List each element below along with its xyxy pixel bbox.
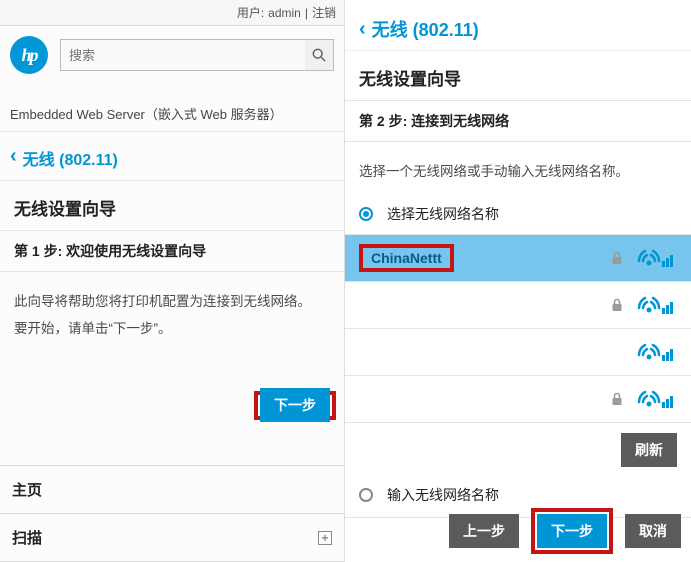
search-button[interactable] bbox=[305, 40, 333, 70]
step-1-title: 第 1 步: 欢迎使用无线设置向导 bbox=[0, 230, 344, 272]
radio-icon bbox=[359, 488, 373, 502]
search-wrap bbox=[60, 39, 334, 71]
left-button-row: 下一步 bbox=[254, 388, 336, 422]
cancel-button[interactable]: 取消 bbox=[625, 514, 681, 548]
highlight-box-next-r: 下一步 bbox=[531, 508, 613, 554]
network-name: ChinaNettt bbox=[359, 244, 601, 272]
network-list: ChinaNettt bbox=[345, 234, 691, 423]
wifi-signal-icon bbox=[635, 338, 677, 366]
search-input[interactable] bbox=[60, 39, 334, 71]
breadcrumb-section: 无线 (802.11) bbox=[0, 131, 344, 180]
next-button-r[interactable]: 下一步 bbox=[537, 514, 607, 548]
right-header: 无线 (802.11) bbox=[345, 0, 691, 50]
breadcrumb-label: 无线 (802.11) bbox=[23, 146, 118, 170]
breadcrumb-label-r: 无线 (802.11) bbox=[372, 16, 479, 42]
highlight-box-next: 下一步 bbox=[254, 391, 336, 420]
menu-scan[interactable]: 扫描 + bbox=[0, 513, 344, 562]
lock-icon bbox=[611, 298, 625, 312]
network-row[interactable] bbox=[345, 376, 691, 423]
highlight-box-network: ChinaNettt bbox=[359, 244, 454, 272]
wifi-signal-icon bbox=[635, 244, 677, 272]
search-icon bbox=[312, 48, 326, 62]
network-row[interactable] bbox=[345, 282, 691, 329]
wifi-signal-icon bbox=[635, 291, 677, 319]
menu-home-label: 主页 bbox=[12, 479, 42, 500]
user-bar: 用户: admin | 注销 bbox=[0, 0, 344, 26]
wifi-signal-icon bbox=[635, 385, 677, 413]
breadcrumb-wireless-r[interactable]: 无线 (802.11) bbox=[359, 16, 677, 42]
network-row[interactable]: ChinaNettt bbox=[345, 235, 691, 282]
plus-icon: + bbox=[318, 531, 332, 545]
right-button-row: 上一步 下一步 取消 bbox=[449, 508, 681, 554]
network-row[interactable] bbox=[345, 329, 691, 376]
body-line-1: 此向导将帮助您将打印机配置为连接到无线网络。 bbox=[14, 288, 330, 315]
logout-link[interactable]: 注销 bbox=[312, 4, 336, 21]
menu-scan-label: 扫描 bbox=[12, 527, 42, 548]
instruction-text: 选择一个无线网络或手动输入无线网络名称。 bbox=[345, 142, 691, 198]
chevron-left-icon bbox=[359, 19, 366, 40]
menu-home[interactable]: 主页 bbox=[0, 465, 344, 513]
next-button[interactable]: 下一步 bbox=[260, 388, 330, 422]
lock-icon bbox=[611, 392, 625, 406]
radio-select-label: 选择无线网络名称 bbox=[387, 204, 499, 224]
prev-button[interactable]: 上一步 bbox=[449, 514, 519, 548]
refresh-row: 刷新 bbox=[345, 423, 691, 473]
user-value: admin bbox=[268, 6, 301, 20]
chevron-left-icon bbox=[10, 149, 17, 167]
body-line-2: 要开始，请单击“下一步”。 bbox=[14, 315, 330, 342]
breadcrumb-wireless[interactable]: 无线 (802.11) bbox=[10, 146, 334, 170]
wizard-body: 此向导将帮助您将打印机配置为连接到无线网络。 要开始，请单击“下一步”。 bbox=[0, 272, 344, 358]
ews-label: Embedded Web Server（嵌入式 Web 服务器） bbox=[0, 80, 344, 131]
radio-icon bbox=[359, 207, 373, 221]
right-pane: 无线 (802.11) 无线设置向导 第 2 步: 连接到无线网络 选择一个无线… bbox=[345, 0, 691, 562]
left-pane: 用户: admin | 注销 hp Embedded Web Server（嵌入… bbox=[0, 0, 345, 562]
radio-select-network[interactable]: 选择无线网络名称 bbox=[345, 198, 691, 234]
wizard-title-r: 无线设置向导 bbox=[345, 50, 691, 100]
hp-logo: hp bbox=[10, 36, 48, 74]
step-2-title: 第 2 步: 连接到无线网络 bbox=[345, 100, 691, 142]
user-label: 用户: bbox=[237, 4, 264, 21]
refresh-button[interactable]: 刷新 bbox=[621, 433, 677, 467]
radio-manual-label: 输入无线网络名称 bbox=[387, 485, 499, 505]
lock-icon bbox=[611, 251, 625, 265]
left-menu: 主页 扫描 + bbox=[0, 465, 344, 562]
header-row: hp bbox=[0, 26, 344, 80]
wizard-title: 无线设置向导 bbox=[0, 180, 344, 230]
